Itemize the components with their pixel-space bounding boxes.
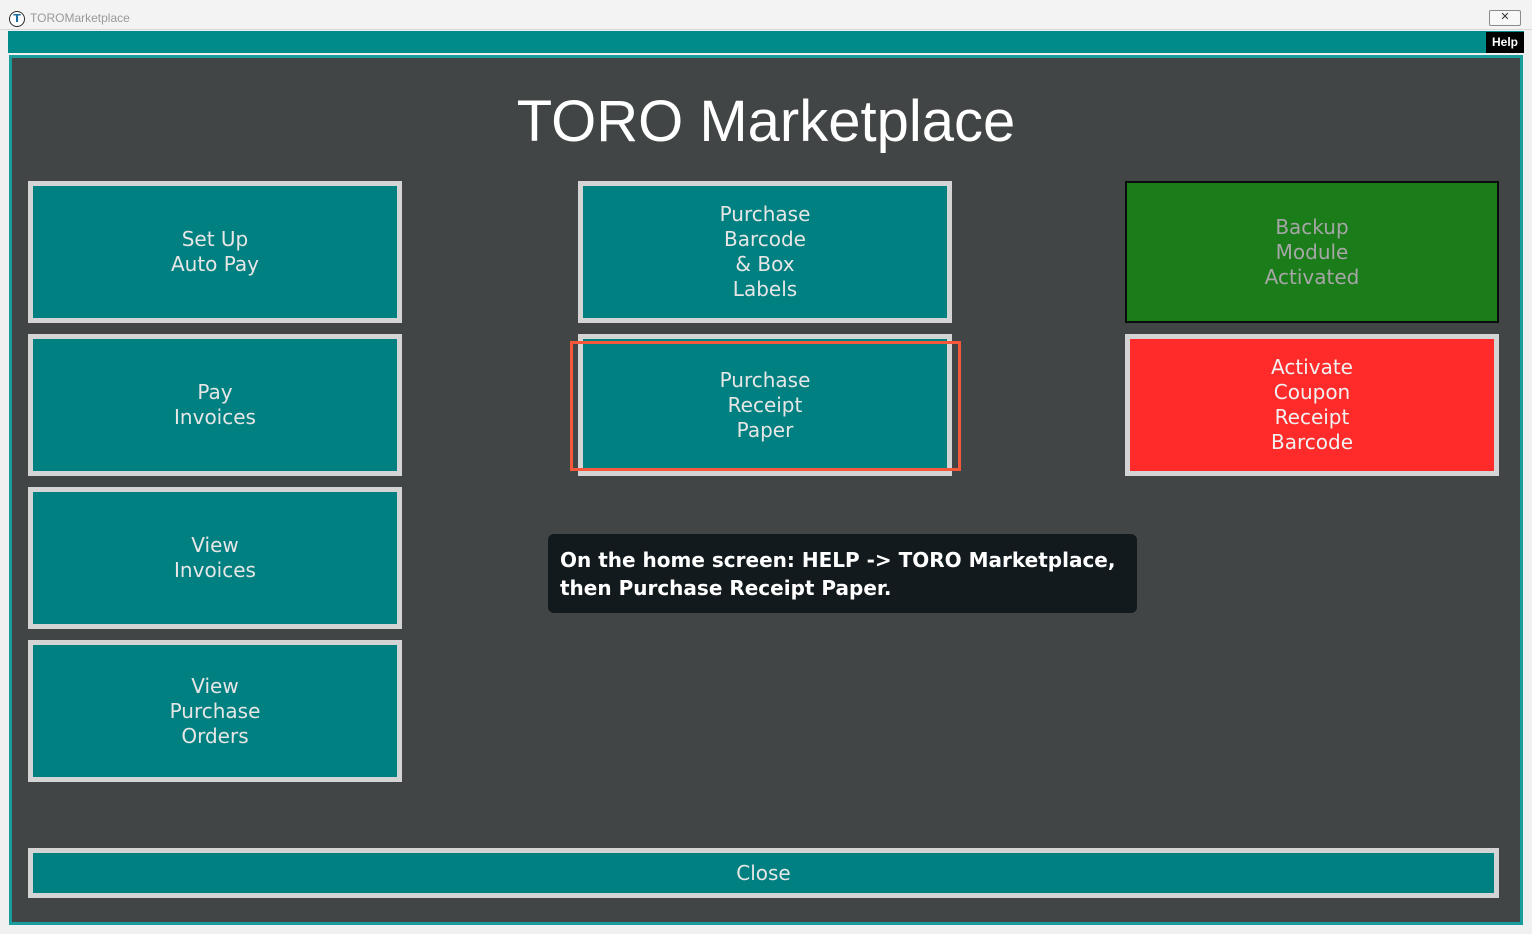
setup-autopay-button[interactable]: Set Up Auto Pay: [28, 181, 402, 323]
pay-invoices-button[interactable]: Pay Invoices: [28, 334, 402, 476]
help-button[interactable]: Help: [1486, 32, 1524, 53]
app-logo-icon: T: [9, 11, 25, 27]
window-close-button[interactable]: ✕: [1489, 10, 1521, 26]
instruction-tooltip: On the home screen: HELP -> TORO Marketp…: [548, 534, 1137, 613]
header-strip: [8, 31, 1524, 53]
activate-coupon-button[interactable]: Activate Coupon Receipt Barcode: [1125, 334, 1499, 476]
purchase-receipt-paper-button[interactable]: Purchase Receipt Paper: [578, 334, 952, 476]
close-button[interactable]: Close: [28, 848, 1499, 898]
page-title: TORO Marketplace: [516, 89, 1016, 154]
purchase-barcode-labels-button[interactable]: Purchase Barcode & Box Labels: [578, 181, 952, 323]
window-titlebar: T TOROMarketplace ✕: [0, 0, 1532, 30]
view-invoices-button[interactable]: View Invoices: [28, 487, 402, 629]
backup-module-button[interactable]: Backup Module Activated: [1125, 181, 1499, 323]
view-purchase-orders-button[interactable]: View Purchase Orders: [28, 640, 402, 782]
window-title: TOROMarketplace: [30, 11, 130, 25]
